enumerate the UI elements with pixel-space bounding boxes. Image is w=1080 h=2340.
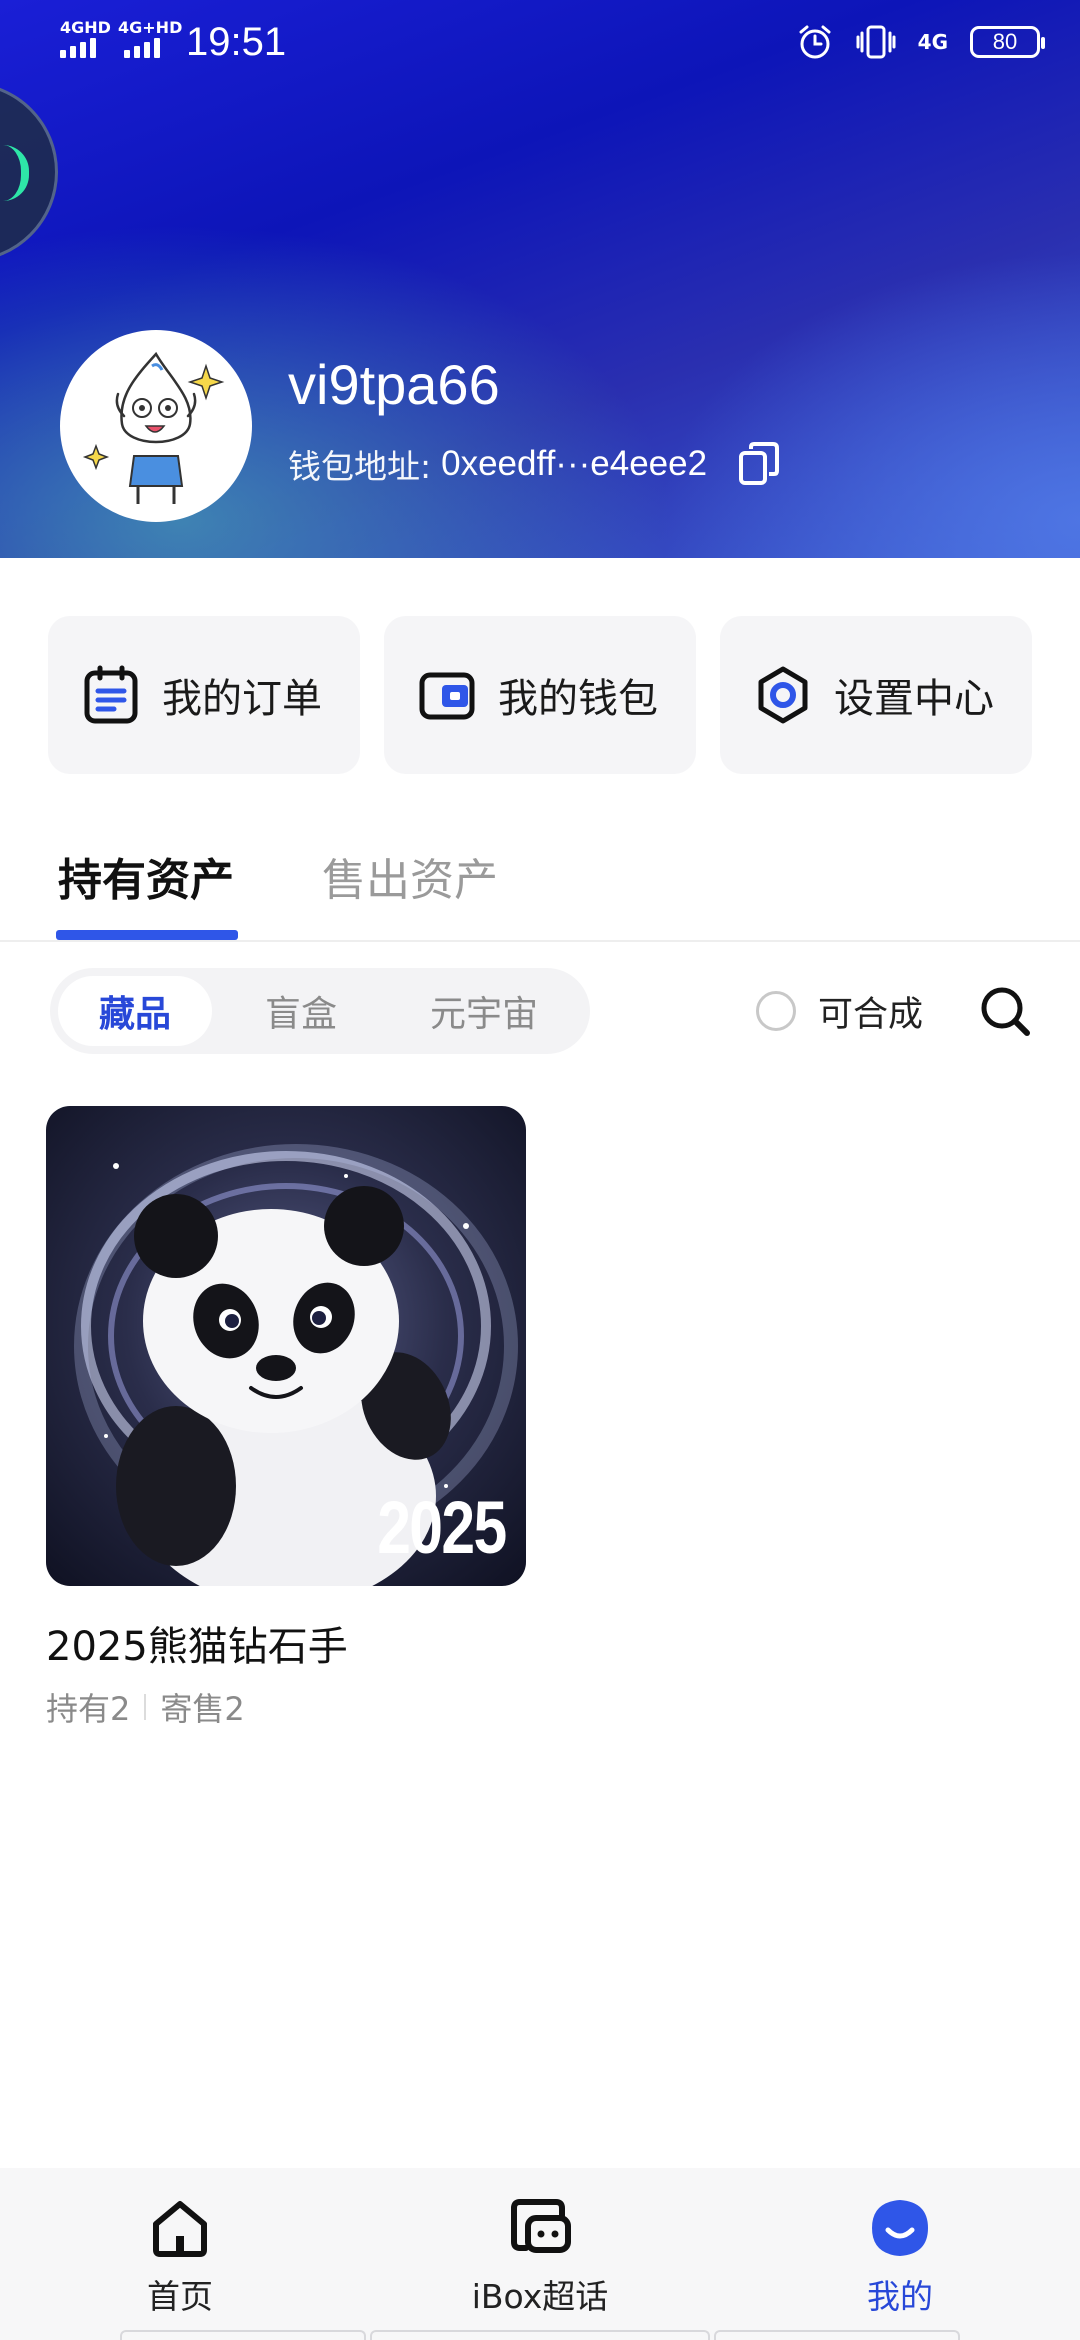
asset-image-year: 2025: [377, 1486, 508, 1569]
asset-card[interactable]: 2025 2025熊猫钻石手 持有2 寄售2: [46, 1106, 526, 1730]
order-icon: [84, 665, 138, 724]
floating-ring-icon: [3, 145, 29, 201]
signal-icon-2: [124, 38, 160, 58]
my-orders-button[interactable]: 我的订单: [48, 616, 360, 774]
tab-sold-assets[interactable]: 售出资产: [322, 844, 498, 908]
status-right-icons: 4G 80: [796, 18, 1045, 66]
nav-home-label: 首页: [147, 2277, 213, 2316]
asset-meta: 持有2 寄售2: [46, 1684, 526, 1730]
bottom-navigation: 首页 iBox超话 我的: [0, 2168, 1080, 2340]
asset-held-count: 持有2: [46, 1690, 131, 1728]
gesture-bar: [0, 2330, 1080, 2340]
wallet-address-label: 钱包地址:: [288, 447, 432, 486]
mergeable-filter[interactable]: 可合成: [756, 986, 923, 1036]
signal-icon-1: [60, 38, 96, 58]
avatar[interactable]: [60, 330, 252, 522]
nav-ibox-community-label: iBox超话: [471, 2277, 609, 2316]
network-type-1: 4GHD: [60, 18, 111, 37]
tab-active-indicator: [56, 930, 238, 940]
quick-actions: 我的订单 我的钱包 设置中心: [48, 616, 1032, 774]
settings-icon: [758, 666, 808, 724]
meta-divider: [144, 1694, 147, 1720]
my-wallet-button[interactable]: 我的钱包: [384, 616, 696, 774]
nav-home[interactable]: 首页: [30, 2196, 330, 2318]
status-time: 19:51: [186, 20, 287, 64]
wallet-address-row: 钱包地址: 0xeedff···e4eee2: [288, 436, 781, 492]
nav-ibox-community[interactable]: iBox超话: [390, 2196, 690, 2318]
alarm-icon: [799, 25, 831, 59]
profile-icon: [872, 2200, 928, 2256]
home-icon: [153, 2201, 207, 2257]
segment-collectibles[interactable]: 藏品: [58, 976, 212, 1046]
battery-level: 80: [992, 29, 1018, 54]
username: vi9tpa66: [288, 353, 500, 416]
asset-consigned-count: 寄售2: [160, 1690, 245, 1728]
asset-tabs: 持有资产 售出资产: [0, 820, 1080, 942]
asset-name: 2025熊猫钻石手: [46, 1624, 348, 1670]
wallet-address-value: 0xeedff···e4eee2: [441, 444, 708, 483]
asset-image[interactable]: 2025: [46, 1106, 526, 1586]
nav-mine-label: 我的: [867, 2277, 933, 2316]
chat-icon: [511, 2199, 571, 2253]
copy-icon[interactable]: [737, 441, 781, 487]
mergeable-radio[interactable]: [756, 991, 796, 1031]
mergeable-label: 可合成: [818, 994, 924, 1035]
tab-held-assets[interactable]: 持有资产: [58, 844, 234, 908]
profile-page: 4GHD 4G+HD 19:51 4G 80 vi9tpa66 钱包地址: 0x…: [0, 0, 1080, 2340]
mobile-data-indicator: 4G: [917, 30, 948, 54]
category-segmented-control: 藏品 盲盒 元宇宙: [50, 968, 590, 1054]
my-orders-label: 我的订单: [162, 676, 322, 722]
settings-center-button[interactable]: 设置中心: [720, 616, 1032, 774]
wallet-icon: [419, 672, 475, 720]
settings-center-label: 设置中心: [834, 676, 994, 722]
segment-metaverse[interactable]: 元宇宙: [394, 976, 574, 1046]
vibrate-icon: [856, 25, 896, 59]
search-icon[interactable]: [978, 984, 1032, 1038]
my-wallet-label: 我的钱包: [498, 676, 658, 722]
network-type-2: 4G+HD: [118, 18, 183, 37]
status-bar: 4GHD 4G+HD 19:51 4G 80: [0, 0, 1080, 84]
battery-icon: 80: [970, 26, 1045, 58]
nav-mine[interactable]: 我的: [750, 2196, 1050, 2318]
avatar-cartoon-icon: [66, 336, 246, 516]
segment-blind-box[interactable]: 盲盒: [226, 976, 376, 1046]
